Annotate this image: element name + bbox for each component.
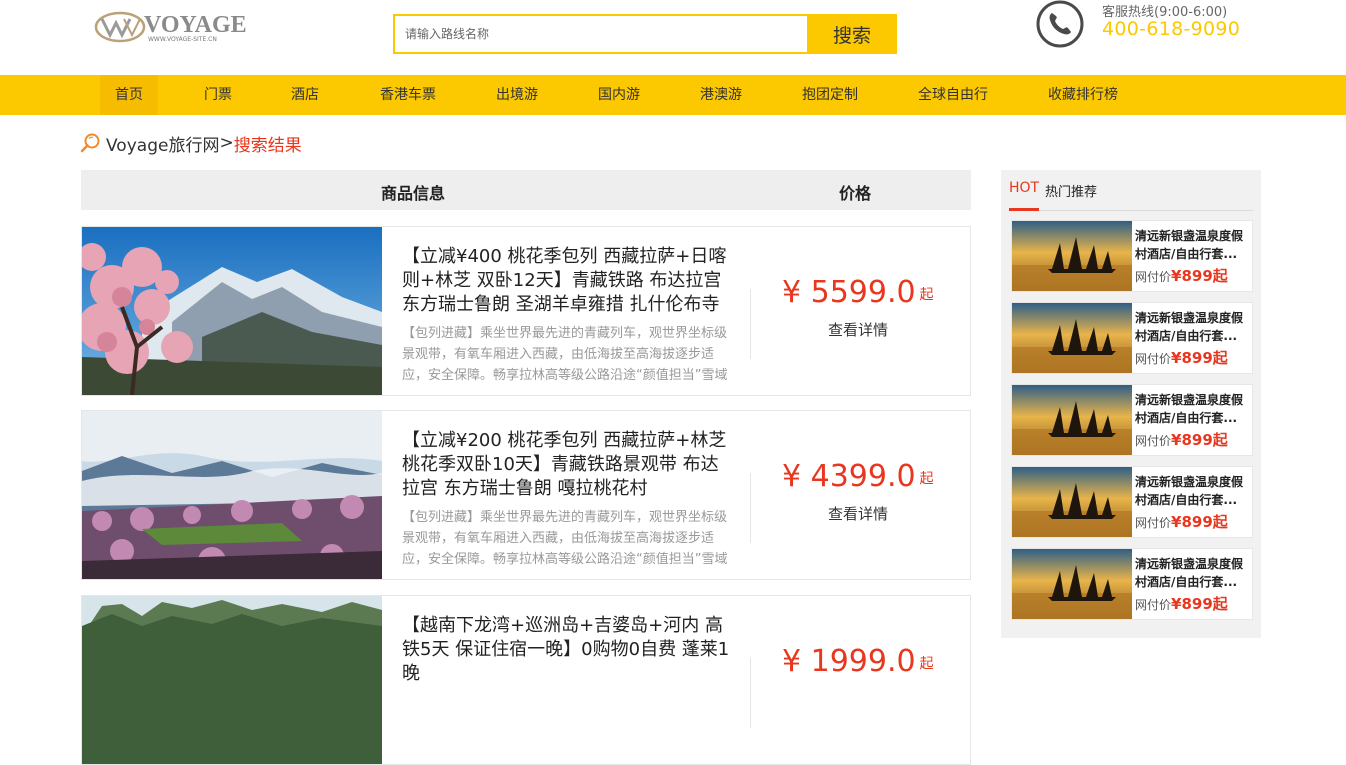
hot-label: HOT (1009, 180, 1040, 196)
recommendation-card[interactable]: 清远新银盏温泉度假村酒店/自由行套... 网付价¥899起 (1011, 548, 1253, 620)
pay-label: 网付价 (1135, 270, 1172, 284)
hotline-number: 400-618-9090 (1102, 18, 1241, 40)
sailboat-image[interactable] (1012, 303, 1132, 373)
tour-image-tibet-peach[interactable] (82, 227, 382, 395)
tour-price-suffix: 起 (919, 286, 934, 303)
recommendation-card[interactable]: 清远新银盏温泉度假村酒店/自由行套... 网付价¥899起 (1011, 220, 1253, 292)
tour-price-value: ¥ 4399.0 (782, 459, 916, 494)
tour-price-suffix: 起 (919, 470, 934, 487)
phone-icon (1036, 0, 1084, 48)
page-header: VOYAGE WWW.VOYAGE-SITE.CN 搜索 客服热线(9:00-6… (0, 0, 1346, 75)
recommendation-card[interactable]: 清远新银盏温泉度假村酒店/自由行套... 网付价¥899起 (1011, 384, 1253, 456)
nav-item-hk-macau[interactable]: 港澳游 (700, 75, 742, 115)
nav-item-domestic[interactable]: 国内游 (598, 75, 640, 115)
recommendation-title[interactable]: 清远新银盏温泉度假村酒店/自由行套... (1135, 473, 1251, 509)
sailboat-image[interactable] (1012, 467, 1132, 537)
tour-price: ¥ 1999.0 起 (782, 644, 942, 679)
nav-item-hk-bus[interactable]: 香港车票 (380, 75, 436, 115)
view-details-link[interactable]: 查看详情 (828, 319, 888, 340)
search-button[interactable]: 搜索 (807, 14, 897, 54)
recommendation-title[interactable]: 清远新银盏温泉度假村酒店/自由行套... (1135, 391, 1251, 427)
sidebar-title-underline (1009, 208, 1039, 211)
tour-price-suffix: 起 (919, 655, 934, 672)
pay-label: 网付价 (1135, 434, 1172, 448)
search-icon (80, 133, 100, 153)
recommendation-title[interactable]: 清远新银盏温泉度假村酒店/自由行套... (1135, 227, 1251, 263)
recommendation-title[interactable]: 清远新银盏温泉度假村酒店/自由行套... (1135, 555, 1251, 591)
results-table-header: 商品信息 价格 (81, 170, 971, 210)
main-nav: 首页 门票 酒店 香港车票 出境游 国内游 港澳游 抱团定制 全球自由行 收藏排… (0, 75, 1346, 115)
recommendation-card[interactable]: 清远新银盏温泉度假村酒店/自由行套... 网付价¥899起 (1011, 302, 1253, 374)
breadcrumb-current: 搜索结果 (233, 135, 302, 156)
tour-title[interactable]: 【立减¥400 桃花季包列 西藏拉萨+日喀则+林芝 双卧12天】青藏铁路 布达拉… (402, 245, 732, 317)
site-logo[interactable]: VOYAGE WWW.VOYAGE-SITE.CN (92, 8, 248, 48)
tour-price-value: ¥ 1999.0 (782, 644, 916, 679)
breadcrumb-home-link[interactable]: Voyage旅行网 (106, 131, 219, 156)
search-input[interactable] (395, 16, 807, 52)
logo-subtext: WWW.VOYAGE-SITE.CN (148, 36, 217, 43)
tour-image-halong-bay[interactable] (82, 596, 382, 764)
nav-item-group-custom[interactable]: 抱团定制 (802, 75, 858, 115)
nav-item-home[interactable]: 首页 (100, 75, 158, 115)
tour-price: ¥ 4399.0 起 (782, 459, 942, 494)
recommendation-price: ¥899起 (1171, 513, 1228, 531)
recommendation-price-line: 网付价¥899起 (1135, 593, 1228, 614)
sidebar-divider (1009, 210, 1253, 211)
column-header-price: 价格 (839, 184, 872, 203)
pay-label: 网付价 (1135, 516, 1172, 530)
tour-description: 【包列进藏】乘坐世界最先进的青藏列车，观世界坐标级景观带，有氧车厢进入西藏，由低… (402, 510, 728, 567)
result-item[interactable]: 【立减¥400 桃花季包列 西藏拉萨+日喀则+林芝 双卧12天】青藏铁路 布达拉… (81, 226, 971, 396)
pay-label: 网付价 (1135, 352, 1172, 366)
item-divider (750, 473, 751, 543)
column-header-info: 商品信息 (381, 184, 446, 203)
result-item[interactable]: 【越南下龙湾+巡洲岛+吉婆岛+河内 高铁5天 保证住宿一晚】0购物0自费 蓬莱1… (81, 595, 971, 765)
tour-image-peach-valley[interactable] (82, 411, 382, 579)
recommendation-title[interactable]: 清远新银盏温泉度假村酒店/自由行套... (1135, 309, 1251, 345)
item-divider (750, 289, 751, 359)
nav-item-outbound[interactable]: 出境游 (496, 75, 538, 115)
recommendation-price-line: 网付价¥899起 (1135, 347, 1228, 368)
nav-item-tickets[interactable]: 门票 (204, 75, 232, 115)
result-item[interactable]: 【立减¥200 桃花季包列 西藏拉萨+林芝 桃花季双卧10天】青藏铁路景观带 布… (81, 410, 971, 580)
hot-recommendations-sidebar: HOT 热门推荐 清远新银盏温泉度假村酒店/自由行套... 网付价¥899起 清 (1001, 170, 1261, 638)
search-bar: 搜索 (393, 14, 897, 54)
logo-w-icon (94, 11, 146, 43)
breadcrumb-separator: > (219, 133, 234, 153)
pay-label: 网付价 (1135, 598, 1172, 612)
recommendation-price: ¥899起 (1171, 595, 1228, 613)
sailboat-image[interactable] (1012, 221, 1132, 291)
sailboat-image[interactable] (1012, 549, 1132, 619)
sidebar-title: 热门推荐 (1045, 185, 1098, 200)
tour-price: ¥ 5599.0 起 (782, 275, 942, 310)
recommendation-price: ¥899起 (1171, 349, 1228, 367)
recommendation-card[interactable]: 清远新银盏温泉度假村酒店/自由行套... 网付价¥899起 (1011, 466, 1253, 538)
nav-item-global-free[interactable]: 全球自由行 (918, 75, 988, 115)
view-details-link[interactable]: 查看详情 (828, 503, 888, 524)
recommendation-price-line: 网付价¥899起 (1135, 429, 1228, 450)
recommendation-price: ¥899起 (1171, 431, 1228, 449)
tour-price-value: ¥ 5599.0 (782, 275, 916, 310)
nav-item-hotels[interactable]: 酒店 (291, 75, 319, 115)
recommendation-price: ¥899起 (1171, 267, 1228, 285)
tour-title[interactable]: 【立减¥200 桃花季包列 西藏拉萨+林芝 桃花季双卧10天】青藏铁路景观带 布… (402, 429, 732, 501)
nav-item-favorites-rank[interactable]: 收藏排行榜 (1048, 75, 1118, 115)
breadcrumb: Voyage旅行网 > 搜索结果 (80, 131, 302, 156)
recommendation-price-line: 网付价¥899起 (1135, 511, 1228, 532)
item-divider (750, 658, 751, 728)
sailboat-image[interactable] (1012, 385, 1132, 455)
recommendation-price-line: 网付价¥899起 (1135, 265, 1228, 286)
logo-text: VOYAGE (144, 12, 247, 38)
tour-description: 【包列进藏】乘坐世界最先进的青藏列车，观世界坐标级景观带，有氧车厢进入西藏，由低… (402, 326, 728, 383)
tour-title[interactable]: 【越南下龙湾+巡洲岛+吉婆岛+河内 高铁5天 保证住宿一晚】0购物0自费 蓬莱1… (402, 614, 732, 686)
